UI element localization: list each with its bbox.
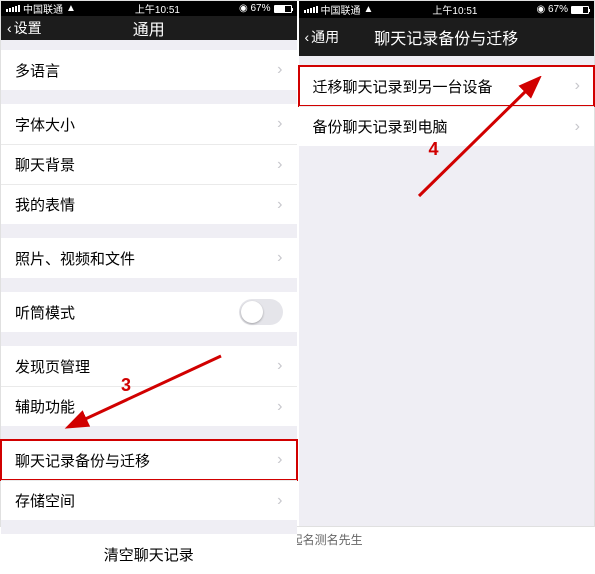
chevron-right-icon: ›	[575, 77, 580, 95]
chevron-right-icon: ›	[277, 398, 282, 416]
signal-icon	[6, 5, 20, 12]
chevron-right-icon: ›	[277, 156, 282, 174]
row-migrate-device[interactable]: 迁移聊天记录到另一台设备 ›	[299, 66, 595, 106]
phone-left: 中国联通 ▲ 上午10:51 ◉ 67% ‹ 设置 通用 多语言 ›	[1, 1, 297, 526]
wifi-icon: ▲	[364, 4, 374, 15]
page-title: 聊天记录备份与迁移	[299, 25, 595, 49]
status-bar: 中国联通 ▲ 上午10:51 ◉ 67%	[1, 1, 297, 16]
row-storage[interactable]: 存储空间 ›	[1, 480, 297, 520]
chevron-right-icon: ›	[277, 249, 282, 267]
status-time: 上午10:51	[135, 1, 180, 16]
row-label: 听筒模式	[15, 302, 239, 323]
toggle-off[interactable]	[239, 299, 283, 325]
row-chat-backup[interactable]: 聊天记录备份与迁移 ›	[1, 440, 297, 480]
back-label: 通用	[311, 27, 339, 47]
row-stickers[interactable]: 我的表情 ›	[1, 184, 297, 224]
row-label: 存储空间	[15, 490, 277, 511]
row-clear-history[interactable]: 清空聊天记录	[1, 534, 297, 574]
chevron-right-icon: ›	[277, 357, 282, 375]
chevron-right-icon: ›	[277, 61, 282, 79]
chevron-left-icon: ‹	[7, 20, 12, 36]
carrier-label: 中国联通	[321, 2, 361, 17]
nav-bar: ‹ 设置 通用	[1, 16, 297, 40]
wifi-icon: ▲	[66, 3, 76, 14]
row-label: 多语言	[15, 60, 277, 81]
row-label: 我的表情	[15, 194, 277, 215]
status-bar: 中国联通 ▲ 上午10:51 ◉ 67%	[299, 1, 595, 18]
row-language[interactable]: 多语言 ›	[1, 50, 297, 90]
chevron-right-icon: ›	[277, 492, 282, 510]
row-accessibility[interactable]: 辅助功能 ›	[1, 386, 297, 426]
row-backup-pc[interactable]: 备份聊天记录到电脑 ›	[299, 106, 595, 146]
row-media[interactable]: 照片、视频和文件 ›	[1, 238, 297, 278]
settings-list: 迁移聊天记录到另一台设备 › 备份聊天记录到电脑 ›	[299, 56, 595, 146]
row-earpiece[interactable]: 听筒模式	[1, 292, 297, 332]
page-title: 通用	[1, 16, 297, 40]
battery-icon	[571, 6, 589, 14]
chevron-right-icon: ›	[575, 118, 580, 136]
chevron-left-icon: ‹	[305, 29, 310, 45]
phone-right: 中国联通 ▲ 上午10:51 ◉ 67% ‹ 通用 聊天记录备份与迁移 迁移聊天…	[299, 1, 595, 526]
row-label: 照片、视频和文件	[15, 248, 277, 269]
nav-bar: ‹ 通用 聊天记录备份与迁移	[299, 18, 595, 56]
signal-icon	[304, 6, 318, 13]
row-label: 聊天记录备份与迁移	[15, 450, 277, 471]
row-discover[interactable]: 发现页管理 ›	[1, 346, 297, 386]
chevron-right-icon: ›	[277, 115, 282, 133]
row-label: 备份聊天记录到电脑	[313, 116, 575, 137]
battery-percent: ◉ 67%	[239, 3, 271, 14]
battery-percent: ◉ 67%	[536, 4, 568, 15]
row-label: 聊天背景	[15, 154, 277, 175]
chevron-right-icon: ›	[277, 196, 282, 214]
back-button[interactable]: ‹ 通用	[305, 27, 340, 47]
settings-list: 多语言 › 字体大小 › 聊天背景 › 我的表情 ›	[1, 40, 297, 574]
battery-icon	[274, 5, 292, 13]
back-label: 设置	[14, 18, 42, 38]
carrier-label: 中国联通	[23, 1, 63, 16]
row-label: 清空聊天记录	[104, 544, 194, 565]
chevron-right-icon: ›	[277, 451, 282, 469]
row-chat-bg[interactable]: 聊天背景 ›	[1, 144, 297, 184]
back-button[interactable]: ‹ 设置	[7, 18, 42, 38]
row-label: 发现页管理	[15, 356, 277, 377]
row-fontsize[interactable]: 字体大小 ›	[1, 104, 297, 144]
status-time: 上午10:51	[432, 2, 477, 17]
row-label: 字体大小	[15, 114, 277, 135]
row-label: 辅助功能	[15, 396, 277, 417]
row-label: 迁移聊天记录到另一台设备	[313, 76, 575, 97]
